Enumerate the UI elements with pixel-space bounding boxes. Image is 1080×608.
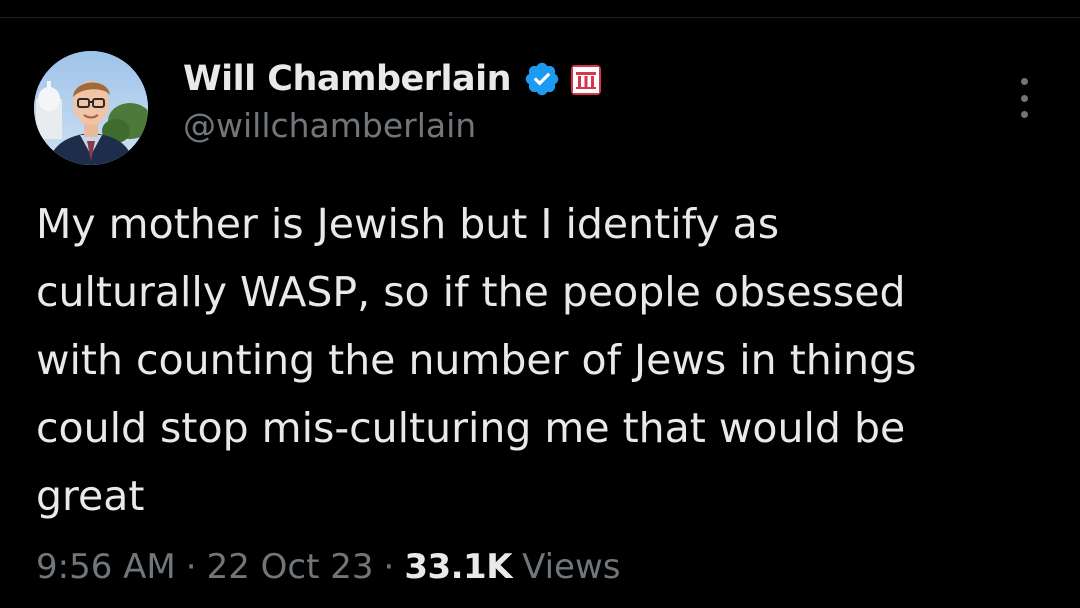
avatar-image: [34, 51, 148, 165]
user-handle[interactable]: @willchamberlain: [183, 106, 476, 145]
meta-separator: ·: [185, 547, 197, 587]
more-dot: [1020, 78, 1028, 85]
more-dot: [1020, 94, 1028, 102]
affiliate-badge-icon[interactable]: [571, 65, 602, 95]
more-options-icon[interactable]: [1006, 72, 1042, 124]
tweet-text-line: with counting the number of Jews in thin…: [36, 336, 917, 384]
views-label: Views: [522, 547, 621, 587]
avatar[interactable]: [34, 51, 148, 165]
tweet-time[interactable]: 9:56 AM: [36, 547, 176, 587]
author-name-row: Will Chamberlain: [183, 54, 602, 104]
tweet: Will Chamberlain @willchamberlain My mot…: [0, 0, 1080, 608]
tweet-text-line: could stop mis-culturing me that would b…: [36, 404, 906, 452]
display-name[interactable]: Will Chamberlain: [183, 59, 512, 99]
tweet-text-line: culturally WASP, so if the people obsess…: [36, 268, 906, 316]
more-dot: [1020, 111, 1028, 118]
tweet-meta: 9:56 AM · 22 Oct 23 · 33.1K Views: [36, 541, 620, 593]
views-count[interactable]: 33.1K: [404, 547, 512, 587]
verified-check-icon[interactable]: [523, 60, 561, 98]
meta-separator: ·: [383, 547, 395, 587]
tweet-text-line: great: [36, 472, 145, 520]
tweet-text: My mother is Jewish but I identify as cu…: [36, 190, 1046, 530]
tweet-text-line: My mother is Jewish but I identify as: [36, 200, 780, 248]
tweet-date[interactable]: 22 Oct 23: [207, 547, 374, 587]
